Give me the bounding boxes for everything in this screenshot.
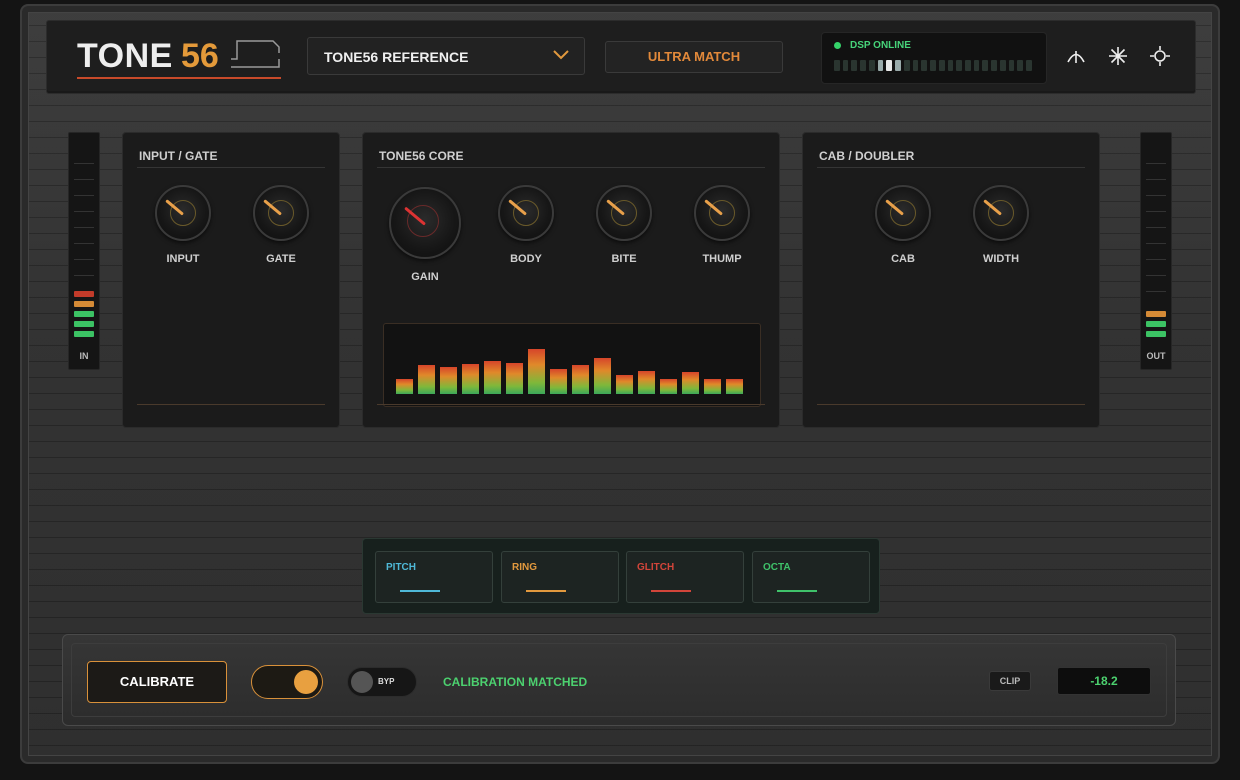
bypass-toggle[interactable]: BYP [347, 667, 417, 697]
dsp-status-led [834, 42, 841, 49]
header-bar: TONE 56 TONE56 REFERENCE ULTRA MATCH DSP… [46, 20, 1196, 94]
spectrum-bar [418, 365, 435, 394]
cab-knob[interactable] [875, 185, 931, 241]
fx-indicator [777, 590, 817, 592]
gate-knob[interactable] [253, 185, 309, 241]
spectrum-bar [462, 364, 479, 394]
level-readout: -18.2 [1057, 667, 1151, 695]
spectrum-bar [660, 379, 677, 394]
dsp-status-label: DSP ONLINE [850, 40, 911, 51]
panel-title: TONE56 CORE [379, 149, 464, 163]
spectrum-bar [726, 379, 743, 394]
preset-name: TONE56 REFERENCE [324, 49, 469, 65]
logo-number: 56 [181, 37, 219, 75]
input-gate-panel: INPUT / GATE INPUT GATE [122, 132, 340, 428]
spectrum-bar [638, 371, 655, 394]
snowflake-icon[interactable] [1107, 45, 1129, 67]
spectrum-bar [528, 349, 545, 394]
fx-glitch-button[interactable]: GLITCH [626, 551, 744, 603]
fx-label: PITCH [386, 562, 416, 573]
fx-label: GLITCH [637, 562, 675, 573]
spectrum-bar [682, 372, 699, 394]
calibration-status: CALIBRATION MATCHED [443, 675, 588, 689]
body-knob[interactable] [498, 185, 554, 241]
spectrum-bar [484, 361, 501, 394]
spectrum-bar [616, 375, 633, 394]
fx-octa-button[interactable]: OCTA [752, 551, 870, 603]
fx-indicator [400, 590, 440, 592]
fx-indicator [651, 590, 691, 592]
output-meter-label: OUT [1146, 351, 1166, 361]
calibrate-button[interactable]: CALIBRATE [87, 661, 227, 703]
spectrum-bar [704, 379, 721, 394]
knob-label: WIDTH [982, 253, 1020, 265]
clip-button[interactable]: CLIP [989, 671, 1031, 691]
bypass-label: BYP [378, 677, 395, 686]
fx-label: RING [512, 562, 537, 573]
dsp-status-panel: DSP ONLINE [821, 32, 1047, 84]
input-knob[interactable] [155, 185, 211, 241]
fx-label: OCTA [763, 562, 791, 573]
spectrum-bar [506, 363, 523, 394]
logo-word: TONE [77, 37, 173, 75]
knob-label: GAIN [411, 271, 439, 283]
spectrum-analyzer [383, 323, 761, 407]
spectrum-bar [572, 365, 589, 394]
calibrate-toggle[interactable] [251, 665, 323, 699]
gain-knob[interactable] [389, 187, 461, 259]
knob-label: BITE [611, 253, 637, 265]
fx-indicator [526, 590, 566, 592]
fx-ring-button[interactable]: RING [501, 551, 619, 603]
input-meter-label: IN [79, 351, 89, 361]
target-icon[interactable] [1149, 45, 1171, 67]
bite-knob[interactable] [596, 185, 652, 241]
core-panel: TONE56 CORE GAIN BODY BITE THUMP [362, 132, 780, 428]
knob-label: BODY [510, 253, 542, 265]
spectrum-bar [396, 379, 413, 394]
spectrum-bar [550, 369, 567, 394]
fx-pitch-button[interactable]: PITCH [375, 551, 493, 603]
ultra-match-button[interactable]: ULTRA MATCH [605, 41, 783, 73]
dsp-load-bar [834, 60, 1032, 71]
panel-title: INPUT / GATE [139, 149, 218, 163]
logo-underline [77, 77, 281, 79]
thump-knob[interactable] [694, 185, 750, 241]
output-meter: OUT [1140, 132, 1172, 370]
fx-strip: PITCH RING GLITCH OCTA [362, 538, 880, 614]
footer-bar: CALIBRATE BYP CALIBRATION MATCHED CLIP -… [62, 634, 1176, 726]
input-meter: IN [68, 132, 100, 370]
logo-glyph-icon [231, 40, 280, 68]
knob-label: INPUT [166, 253, 200, 265]
cab-doubler-panel: CAB / DOUBLER CAB WIDTH [802, 132, 1100, 428]
knob-label: THUMP [702, 253, 742, 265]
width-knob[interactable] [973, 185, 1029, 241]
preset-dropdown[interactable]: TONE56 REFERENCE [307, 37, 585, 75]
knob-label: GATE [266, 253, 296, 265]
spectrum-bar [594, 358, 611, 394]
panel-title: CAB / DOUBLER [819, 149, 915, 163]
antenna-icon[interactable] [1065, 45, 1087, 67]
knob-label: CAB [891, 253, 915, 265]
chevron-down-icon [553, 50, 569, 60]
logo: TONE 56 [77, 35, 283, 79]
spectrum-bar [440, 367, 457, 394]
